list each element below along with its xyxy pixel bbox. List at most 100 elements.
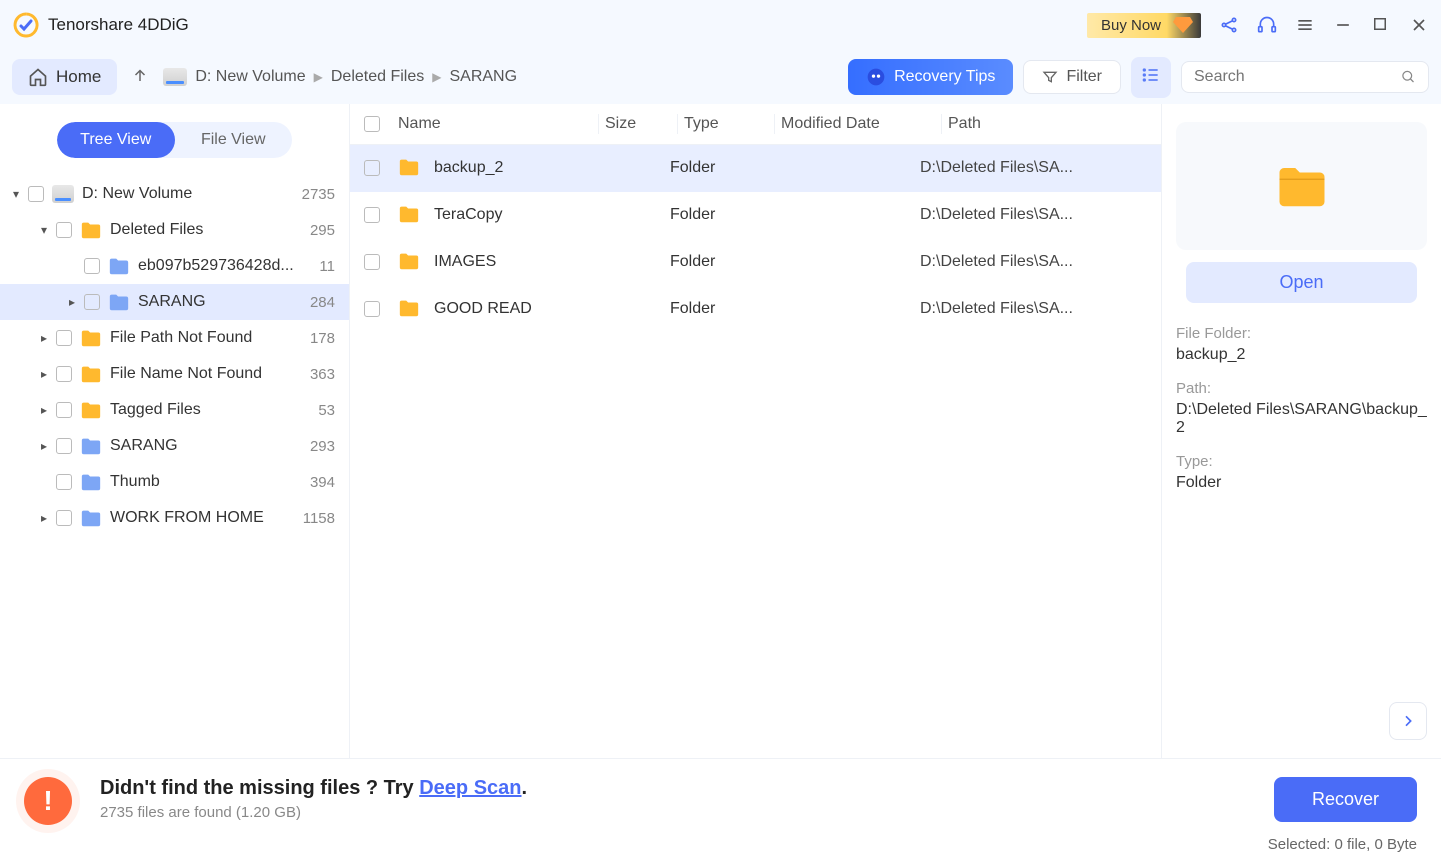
tab-tree-view[interactable]: Tree View	[57, 122, 175, 158]
meta-folder-value: backup_2	[1176, 346, 1427, 364]
list-icon	[1141, 65, 1161, 85]
tree-label: SARANG	[138, 293, 304, 311]
row-checkbox[interactable]	[364, 160, 380, 176]
tree-label: Tagged Files	[110, 401, 312, 419]
filter-button[interactable]: Filter	[1023, 60, 1121, 94]
buy-now-button[interactable]: Buy Now	[1087, 13, 1201, 38]
select-all-checkbox[interactable]	[364, 116, 380, 132]
breadcrumb-item[interactable]: D: New Volume	[195, 68, 305, 86]
expander-icon[interactable]: ▸	[36, 511, 52, 525]
tree-item[interactable]: ▸ Tagged Files 53	[0, 392, 349, 428]
tree-item[interactable]: ▸ SARANG 284	[0, 284, 349, 320]
row-checkbox[interactable]	[364, 207, 380, 223]
headset-icon[interactable]	[1257, 15, 1277, 35]
close-icon[interactable]	[1409, 15, 1429, 35]
tree-count: 53	[318, 402, 335, 419]
col-type[interactable]: Type	[684, 115, 774, 133]
folder-icon	[108, 292, 130, 312]
expander-icon[interactable]: ▸	[36, 331, 52, 345]
menu-icon[interactable]	[1295, 15, 1315, 35]
list-mode-button[interactable]	[1131, 57, 1171, 98]
tree-item[interactable]: ▸ File Path Not Found 178	[0, 320, 349, 356]
tree-checkbox[interactable]	[84, 294, 100, 310]
meta-type-value: Folder	[1176, 474, 1427, 492]
tree-count: 284	[310, 294, 335, 311]
tree-count: 363	[310, 366, 335, 383]
tree-checkbox[interactable]	[56, 366, 72, 382]
col-mod[interactable]: Modified Date	[781, 115, 941, 133]
tree-count: 178	[310, 330, 335, 347]
meta-folder-label: File Folder:	[1176, 325, 1427, 342]
breadcrumb-item[interactable]: Deleted Files	[331, 68, 424, 86]
row-type: Folder	[670, 206, 760, 224]
table-row[interactable]: TeraCopyFolderD:\Deleted Files\SA...	[350, 192, 1161, 239]
tree-label: eb097b529736428d...	[138, 257, 313, 275]
home-button[interactable]: Home	[12, 59, 117, 95]
tree-item[interactable]: ▸File Name Not Found363	[0, 356, 349, 392]
expander-icon[interactable]: ▾	[36, 223, 52, 237]
row-checkbox[interactable]	[364, 301, 380, 317]
tree-item[interactable]: ▸SARANG293	[0, 428, 349, 464]
folder-icon	[398, 251, 422, 273]
tree-checkbox[interactable]	[56, 510, 72, 526]
tree-item[interactable]: ▾D: New Volume2735	[0, 176, 349, 212]
open-button[interactable]: Open	[1186, 262, 1417, 303]
tree-checkbox[interactable]	[56, 330, 72, 346]
expander-icon[interactable]: ▸	[36, 439, 52, 453]
tree-checkbox[interactable]	[56, 474, 72, 490]
tree-count: 11	[319, 258, 335, 275]
col-name[interactable]: Name	[398, 115, 598, 133]
table-header: Name Size Type Modified Date Path	[350, 104, 1161, 145]
row-name: TeraCopy	[398, 204, 598, 226]
expander-icon[interactable]: ▸	[36, 367, 52, 381]
row-name: GOOD READ	[398, 298, 598, 320]
table-row[interactable]: IMAGESFolderD:\Deleted Files\SA...	[350, 239, 1161, 286]
tree-item[interactable]: eb097b529736428d... 11	[0, 248, 349, 284]
tab-file-view[interactable]: File View	[175, 122, 293, 158]
folder-icon	[108, 256, 130, 276]
share-icon[interactable]	[1219, 15, 1239, 35]
expander-icon[interactable]: ▸	[64, 295, 80, 309]
row-type: Folder	[670, 253, 760, 271]
expander-icon[interactable]: ▾	[8, 187, 24, 201]
breadcrumb-item[interactable]: SARANG	[449, 68, 517, 86]
search-box[interactable]	[1181, 61, 1429, 93]
row-checkbox[interactable]	[364, 254, 380, 270]
recover-button[interactable]: Recover	[1274, 777, 1417, 822]
tree-checkbox[interactable]	[56, 402, 72, 418]
deep-scan-link[interactable]: Deep Scan	[419, 777, 521, 799]
up-arrow-button[interactable]	[127, 62, 153, 93]
app-title: Tenorshare 4DDiG	[48, 15, 189, 35]
tree-label: SARANG	[110, 437, 304, 455]
col-path[interactable]: Path	[948, 115, 1147, 133]
tree-label: Deleted Files	[110, 221, 304, 239]
tree-item[interactable]: Thumb394	[0, 464, 349, 500]
col-size[interactable]: Size	[605, 115, 677, 133]
tree-item[interactable]: ▾Deleted Files295	[0, 212, 349, 248]
row-path: D:\Deleted Files\SA...	[920, 159, 1147, 177]
gem-icon	[1173, 16, 1193, 34]
tree: ▾D: New Volume2735▾Deleted Files295eb097…	[0, 170, 349, 536]
search-input[interactable]	[1194, 68, 1401, 86]
maximize-icon[interactable]	[1371, 15, 1391, 35]
tree-checkbox[interactable]	[84, 258, 100, 274]
buy-now-label: Buy Now	[1101, 17, 1161, 34]
chevron-right-icon: ▶	[314, 70, 323, 84]
minimize-icon[interactable]	[1333, 15, 1353, 35]
footer-sub: 2735 files are found (1.20 GB)	[100, 804, 527, 821]
sidebar: Tree View File View ▾D: New Volume2735▾D…	[0, 104, 350, 758]
tree-checkbox[interactable]	[56, 222, 72, 238]
collapse-panel-button[interactable]	[1389, 702, 1427, 740]
row-name: IMAGES	[398, 251, 598, 273]
table-row[interactable]: backup_2FolderD:\Deleted Files\SA...	[350, 145, 1161, 192]
recovery-tips-button[interactable]: Recovery Tips	[848, 59, 1013, 95]
tree-checkbox[interactable]	[56, 438, 72, 454]
folder-icon	[398, 157, 422, 179]
meta-path-value: D:\Deleted Files\SARANG\backup_2	[1176, 401, 1427, 437]
tree-label: WORK FROM HOME	[110, 509, 297, 527]
table-row[interactable]: GOOD READFolderD:\Deleted Files\SA...	[350, 286, 1161, 333]
expander-icon[interactable]: ▸	[36, 403, 52, 417]
tree-item[interactable]: ▸WORK FROM HOME1158	[0, 500, 349, 536]
tree-label: File Path Not Found	[110, 329, 304, 347]
tree-checkbox[interactable]	[28, 186, 44, 202]
